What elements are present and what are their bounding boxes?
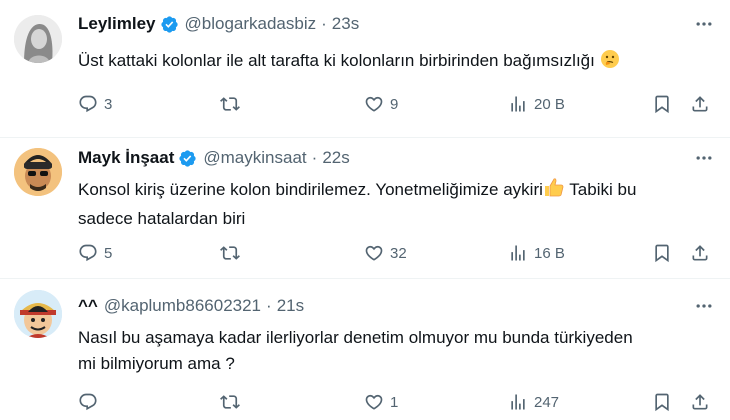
retweet-icon (220, 94, 240, 114)
views-icon (508, 243, 528, 263)
reply-count: 3 (104, 95, 113, 113)
tweet-3-actions: 1 247 (0, 390, 730, 414)
like-button[interactable]: 1 (364, 390, 398, 414)
views-button[interactable]: 16 B (508, 241, 565, 265)
tweet-text: Üst kattaki kolonlar ile alt tarafta ki … (78, 51, 595, 70)
thinking-face-emoji (600, 49, 620, 77)
more-options-button[interactable] (692, 14, 716, 34)
retweet-icon (220, 243, 240, 263)
reply-icon (78, 392, 98, 412)
tweet-text-line-2: sadece hatalardan biri (78, 209, 246, 228)
share-icon (690, 392, 710, 412)
like-icon (364, 94, 384, 114)
retweet-button[interactable] (220, 390, 246, 414)
bookmark-button[interactable] (652, 241, 672, 265)
user-handle[interactable]: @kaplumb86602321 (104, 296, 261, 316)
bookmark-icon (652, 94, 672, 114)
separator-dot: · (321, 14, 327, 33)
like-button[interactable]: 9 (364, 92, 398, 116)
more-icon (694, 148, 714, 168)
views-icon (508, 392, 528, 412)
avatar-image (14, 148, 62, 196)
like-icon (364, 392, 384, 412)
share-icon (690, 94, 710, 114)
bookmark-button[interactable] (652, 390, 672, 414)
avatar-kaplumb[interactable] (14, 290, 62, 338)
reply-icon (78, 243, 98, 263)
tweet-text-line-1-after: Tabiki bu (564, 180, 637, 199)
timestamp[interactable]: 21s (277, 296, 304, 316)
tweet-3-text: Nasıl bu aşamaya kadar ilerliyorlar dene… (78, 325, 708, 377)
like-icon (364, 243, 384, 263)
bookmark-icon (652, 243, 672, 263)
tweet-text-line-2: mi bilmiyorum ama ? (78, 354, 235, 373)
like-button[interactable]: 32 (364, 241, 407, 265)
user-handle[interactable]: @maykinsaat (203, 148, 306, 168)
views-button[interactable]: 247 (508, 390, 559, 414)
tweet-text-line-1: Konsol kiriş üzerine kolon bindirilemez.… (78, 180, 543, 199)
reply-button[interactable]: 3 (78, 92, 112, 116)
tweet-text-line-1: Nasıl bu aşamaya kadar ilerliyorlar dene… (78, 328, 633, 347)
display-name[interactable]: Leylimley (78, 14, 156, 34)
views-icon (508, 94, 528, 114)
timestamp[interactable]: 23s (332, 14, 359, 34)
display-name[interactable]: ^^ (78, 296, 98, 316)
avatar-image (14, 15, 62, 63)
timestamp[interactable]: 22s (322, 148, 349, 168)
tweet-1-actions: 3 9 20 B (0, 92, 730, 116)
reply-button[interactable]: 5 (78, 241, 112, 265)
retweet-button[interactable] (220, 92, 246, 116)
verified-badge-icon (160, 15, 179, 34)
share-button[interactable] (690, 390, 710, 414)
separator-dot: · (311, 148, 318, 167)
avatar-leylimley[interactable] (14, 15, 62, 63)
verified-badge-icon (178, 149, 197, 168)
retweet-icon (220, 392, 240, 412)
avatar-mayk-insaat[interactable] (14, 148, 62, 196)
tweet-3-header: ^^ @kaplumb86602321 · 21s (78, 294, 304, 318)
more-icon (694, 14, 714, 34)
views-count: 247 (534, 393, 560, 411)
tweet-2-text: Konsol kiriş üzerine kolon bindirilemez.… (78, 176, 708, 232)
display-name[interactable]: Mayk İnşaat (78, 148, 174, 168)
tweet-2-actions: 5 32 16 B (0, 241, 730, 265)
bookmark-icon (652, 392, 672, 412)
separator-dot: · (266, 296, 272, 315)
like-count: 32 (390, 244, 407, 262)
tweet-1-header: Leylimley @blogarkadasbiz · 23s (78, 12, 359, 36)
views-count: 20 B (534, 95, 565, 113)
more-icon (694, 296, 714, 316)
tweet-1-text: Üst kattaki kolonlar ile alt tarafta ki … (78, 48, 708, 77)
share-button[interactable] (690, 92, 710, 116)
retweet-button[interactable] (220, 241, 246, 265)
reply-icon (78, 94, 98, 114)
like-count: 1 (390, 393, 399, 411)
thumbs-up-emoji (543, 176, 565, 206)
views-count: 16 B (534, 244, 565, 262)
views-button[interactable]: 20 B (508, 92, 565, 116)
more-options-button[interactable] (692, 148, 716, 168)
bookmark-button[interactable] (652, 92, 672, 116)
like-count: 9 (390, 95, 399, 113)
reply-button[interactable] (78, 390, 104, 414)
tweet-2-header: Mayk İnşaat @maykinsaat · 22s (78, 146, 350, 170)
share-button[interactable] (690, 241, 710, 265)
avatar-image (14, 290, 62, 338)
more-options-button[interactable] (692, 296, 716, 316)
share-icon (690, 243, 710, 263)
user-handle[interactable]: @blogarkadasbiz (185, 14, 317, 34)
reply-count: 5 (104, 244, 113, 262)
